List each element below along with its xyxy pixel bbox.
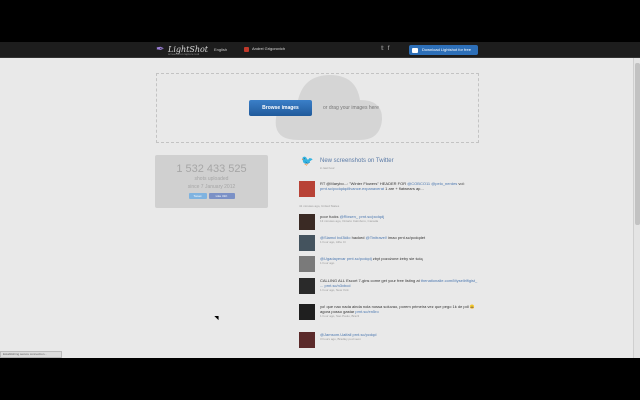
download-button[interactable]: Download Lightshot for free (409, 45, 478, 55)
language-selector[interactable]: English (214, 47, 227, 53)
tweet-link[interactable]: prnt.sc/pcdqdq#ilvance.expanaverat (320, 186, 384, 191)
tweet-meta: 1 hour ago, New York (320, 288, 349, 292)
twitter-feed-title: New screenshots on Twitter (320, 158, 394, 164)
tweet-text: imao prnt.sc/pcdqdet (386, 235, 426, 240)
tweet-text: zbyt pozożone żeby sie ścią (371, 256, 423, 261)
tweet-avatar[interactable] (299, 332, 315, 348)
scrollbar-thumb[interactable] (635, 63, 640, 225)
tweet-text: vol: (457, 181, 465, 186)
twitter-bird-icon: 🐦 (301, 156, 314, 167)
top-navigation-bar: ✒ LightShot screenshot capture tool Engl… (0, 42, 640, 58)
tweet-meta: 1 hour ago, Sao Paulo, Brazil (320, 314, 360, 318)
twitter-feed-subtitle: in last hour (320, 166, 335, 170)
facebook-icon[interactable]: f (388, 46, 390, 53)
like-button[interactable]: Like 31K (208, 193, 235, 199)
logo-subtitle: screenshot capture tool (168, 52, 200, 56)
monitor-icon (412, 47, 418, 53)
social-links: 𝕥 f (381, 46, 389, 53)
tweet-avatar[interactable] (299, 278, 315, 294)
twitter-icon[interactable]: 𝕥 (381, 46, 384, 53)
tweet-avatar[interactable] (299, 235, 315, 251)
tweet-meta: 3 hours ago, Bradley pod xeon (320, 337, 361, 341)
since-date: since 7 January 2012 (187, 184, 236, 190)
tweet-avatar[interactable] (299, 181, 315, 197)
user-menu[interactable]: Andrei Grigorovich (244, 46, 285, 52)
shots-label: shots uploaded (194, 176, 229, 182)
shots-count: 1 532 433 525 (176, 163, 247, 175)
user-avatar (244, 46, 249, 52)
tweet-avatar[interactable] (299, 304, 315, 320)
tweet-text: 1 are + flatwears ap... (384, 186, 424, 191)
tweet-meta: 13 minutes ago, Ontario Calmboro, Canada (320, 219, 379, 223)
tweet-button[interactable]: Tweet (188, 193, 207, 199)
tweet-avatar[interactable] (299, 214, 315, 230)
tweet-text: hacked (350, 235, 366, 240)
page-scrollbar[interactable] (633, 58, 640, 358)
share-buttons: Tweet Like 31K (155, 193, 268, 199)
tweet-meta: 1 hour ago (320, 261, 335, 265)
upload-dropzone[interactable] (156, 73, 479, 143)
download-label: Download Lightshot for free (422, 47, 471, 52)
tweet-text: yo! que nao nada ainda nola nossa soluva… (320, 304, 475, 314)
tweet-meta: 41 minutes ago, United States (299, 204, 340, 208)
browse-images-button[interactable]: Browse images (249, 100, 312, 116)
feather-icon: ✒ (156, 44, 165, 55)
drag-hint: or drag your images here (323, 105, 379, 111)
upload-stats-panel: 1 532 433 525 shots uploaded since 7 Jan… (155, 155, 268, 208)
tweet-avatar[interactable] (299, 256, 315, 272)
user-name: Andrei Grigorovich (252, 46, 286, 51)
tweet-meta: 1 hour ago, Athe Cr (320, 240, 347, 244)
tweet-link[interactable]: @Tinitravel! (366, 235, 387, 240)
browser-status-bar: Establishing secure connection... (0, 351, 62, 358)
